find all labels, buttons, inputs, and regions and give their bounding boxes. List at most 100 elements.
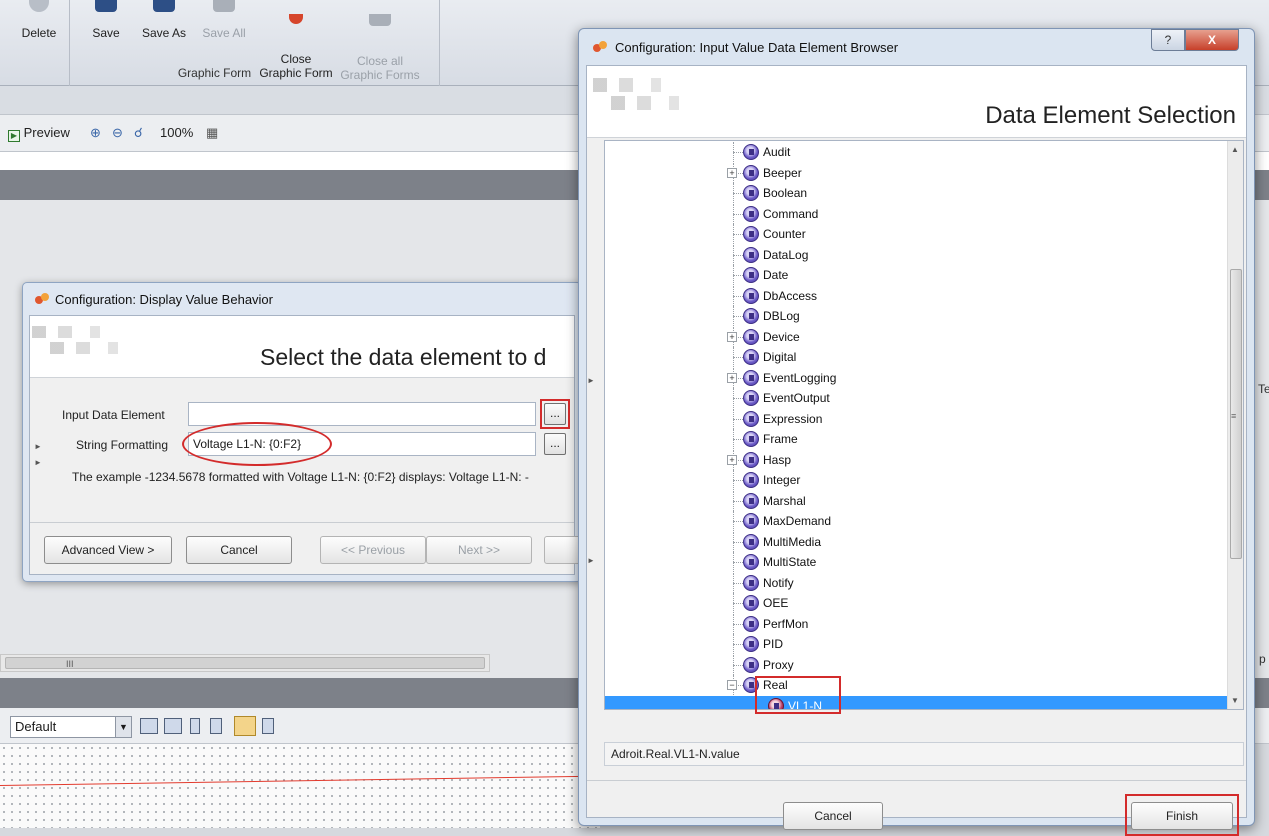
tree-item-oee[interactable]: OEE — [605, 593, 1227, 613]
selected-path-field: Adroit.Real.VL1-N.value — [604, 742, 1244, 766]
zoom-out-icon[interactable]: ⊖ — [112, 125, 123, 141]
scroll-up-icon[interactable]: ▲ — [1231, 145, 1239, 154]
tree-item-vl1-n[interactable]: VL1-N — [605, 695, 1227, 709]
tree-connector — [733, 623, 743, 625]
tree-item-integer[interactable]: Integer — [605, 470, 1227, 490]
tree-item-pid[interactable]: PID — [605, 634, 1227, 654]
tree-connector — [733, 152, 743, 153]
expand-icon[interactable]: + — [727, 454, 737, 465]
format-options-button[interactable]: ... — [544, 433, 566, 455]
tree-connector — [733, 193, 743, 194]
list-view-icon[interactable] — [262, 718, 274, 734]
close-form-icon — [289, 14, 303, 24]
collapse-icon[interactable]: − — [727, 680, 737, 690]
tree-item-label: DBLog — [763, 309, 800, 323]
scroll-down-icon[interactable]: ▼ — [1231, 696, 1239, 705]
tree-item-digital[interactable]: Digital — [605, 347, 1227, 367]
expand-icon[interactable]: + — [727, 372, 737, 383]
data-element-icon — [743, 349, 759, 365]
tree-item-eventlogging[interactable]: + EventLogging — [605, 367, 1227, 388]
tree-item-expression[interactable]: Expression — [605, 408, 1227, 429]
grid-options-icon[interactable]: ▦ — [206, 125, 218, 141]
tree-item-label: Beeper — [763, 165, 802, 180]
browser-cancel-button[interactable]: Cancel — [783, 802, 883, 830]
tree-item-multimedia[interactable]: MultiMedia — [605, 531, 1227, 552]
tree-item-label: Counter — [763, 227, 806, 241]
chevron-down-icon[interactable]: ▼ — [115, 717, 131, 737]
tree-item-marshal[interactable]: Marshal — [605, 490, 1227, 511]
display-value-behavior-dialog: Configuration: Display Value Behavior Se… — [22, 282, 584, 582]
tree-item-device[interactable]: + Device — [605, 326, 1227, 347]
scrollbar-thumb[interactable]: III — [5, 657, 485, 669]
tree-item-label: PerfMon — [763, 616, 809, 631]
tree-item-notify[interactable]: Notify — [605, 572, 1227, 593]
save-all-button[interactable]: Save All — [196, 0, 252, 40]
tree-connector — [733, 562, 743, 563]
play-icon: ▶ — [8, 130, 20, 142]
next-button[interactable]: Next >> — [426, 536, 532, 564]
style-combo-value: Default — [15, 719, 57, 734]
preview-label: Preview — [23, 125, 70, 140]
align-icon[interactable] — [190, 718, 200, 734]
expand-icon[interactable]: + — [727, 331, 737, 342]
header-mosaic-2 — [50, 342, 170, 354]
tree-item-label: Integer — [763, 473, 801, 487]
delete-button[interactable]: Delete — [14, 0, 64, 40]
tree-item-frame[interactable]: Frame — [605, 429, 1227, 449]
categorized-icon[interactable] — [140, 718, 158, 734]
tree-item-multistate[interactable]: MultiState — [605, 552, 1227, 572]
tree-item-datalog[interactable]: DataLog — [605, 244, 1227, 265]
tree-item-label: MultiMedia — [763, 534, 822, 549]
tree-item-eventoutput[interactable]: EventOutput — [605, 388, 1227, 408]
footer-separator — [30, 522, 574, 523]
data-element-icon — [743, 246, 759, 263]
horizontal-scrollbar[interactable]: III — [0, 654, 490, 672]
tree-item-counter[interactable]: Counter — [605, 224, 1227, 244]
close-all-icon — [369, 14, 391, 26]
alphabetical-icon[interactable] — [164, 718, 182, 734]
dialog-header-text: Select the data element to d — [260, 344, 547, 370]
zoom-fit-icon[interactable]: ☌ — [134, 125, 143, 141]
tree-item-label: DbAccess — [763, 288, 818, 303]
clipped-text-right-2: p — [1259, 652, 1266, 666]
zoom-in-icon[interactable]: ⊕ — [90, 125, 101, 141]
highlight-ellipse-format — [182, 422, 332, 466]
pointer-tool-icon[interactable] — [234, 716, 256, 736]
previous-button[interactable]: << Previous — [320, 536, 426, 564]
browser-client: Data Element Selection ► ► ▲ ≡ ▼ Audit + B… — [586, 65, 1247, 836]
help-button[interactable]: ? — [1151, 29, 1185, 51]
tree-item-label: Command — [763, 206, 819, 221]
dialog-title: Configuration: Display Value Behavior — [55, 292, 273, 307]
tree-item-audit[interactable]: Audit — [605, 142, 1227, 162]
app-icon — [35, 293, 49, 305]
tree-vertical-scrollbar[interactable]: ▲ ≡ ▼ — [1227, 141, 1243, 709]
distribute-icon[interactable] — [210, 718, 222, 734]
tree-item-beeper[interactable]: + Beeper — [605, 162, 1227, 183]
expand-icon[interactable]: + — [727, 167, 737, 178]
save-as-button[interactable]: Save As — [134, 0, 194, 40]
close-button[interactable]: X — [1185, 29, 1239, 51]
cancel-button[interactable]: Cancel — [186, 536, 292, 564]
tree-item-command[interactable]: Command — [605, 203, 1227, 224]
advanced-view-button[interactable]: Advanced View > — [44, 536, 172, 564]
tree-item-proxy[interactable]: Proxy — [605, 654, 1227, 675]
tree-item-label: Proxy — [763, 657, 794, 672]
save-button[interactable]: Save — [86, 0, 126, 40]
delete-icon — [29, 0, 49, 12]
tree-connector — [733, 418, 743, 420]
tree-item-label: PID — [763, 637, 784, 651]
tree-item-dbaccess[interactable]: DbAccess — [605, 285, 1227, 306]
tree-item-hasp[interactable]: + Hasp — [605, 449, 1227, 470]
tree-item-maxdemand[interactable]: MaxDemand — [605, 511, 1227, 531]
app-icon — [593, 41, 607, 53]
tree-item-perfmon[interactable]: PerfMon — [605, 613, 1227, 634]
preview-button[interactable]: ▶ Preview — [8, 125, 70, 142]
tree-item-boolean[interactable]: Boolean — [605, 183, 1227, 203]
style-combo[interactable]: Default ▼ — [10, 716, 132, 738]
tree-item-dblog[interactable]: DBLog — [605, 306, 1227, 326]
tree-item-real[interactable]: − Real — [605, 675, 1227, 695]
data-element-icon — [743, 144, 759, 160]
tree-item-date[interactable]: Date — [605, 265, 1227, 285]
data-element-tree[interactable]: ▲ ≡ ▼ Audit + Beeper Boolean Command Counter D… — [604, 140, 1244, 710]
data-element-icon — [743, 636, 759, 652]
